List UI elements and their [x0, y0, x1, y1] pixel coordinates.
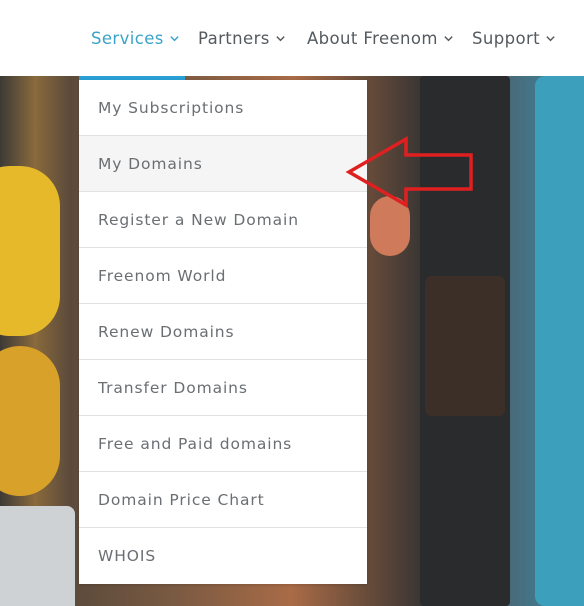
nav-about-label: About Freenom [307, 28, 438, 48]
menu-item-transfer-domains[interactable]: Transfer Domains [79, 360, 367, 416]
photo-box [425, 276, 505, 416]
nav-support[interactable]: Support [472, 0, 556, 76]
chevron-down-icon [444, 35, 453, 41]
top-nav-bar: Services Partners About Freenom Support [0, 0, 584, 76]
nav-about-freenom[interactable]: About Freenom [307, 0, 454, 76]
left-arrow-icon [345, 136, 473, 208]
photo-yellow-sign-lower [0, 346, 60, 496]
photo-plate [0, 506, 75, 606]
photo-blue-pipe [535, 76, 584, 606]
chevron-down-icon [276, 35, 285, 41]
nav-services[interactable]: Services [91, 0, 180, 76]
nav-partners[interactable]: Partners [198, 0, 286, 76]
menu-item-my-domains[interactable]: My Domains [79, 136, 367, 192]
menu-item-free-and-paid-domains[interactable]: Free and Paid domains [79, 416, 367, 472]
chevron-down-icon [546, 35, 555, 41]
nav-support-label: Support [472, 28, 541, 48]
nav-partners-label: Partners [198, 28, 270, 48]
chevron-down-icon [170, 35, 179, 41]
photo-yellow-sign [0, 166, 60, 336]
services-dropdown-menu: My Subscriptions My Domains Register a N… [79, 80, 367, 584]
menu-item-domain-price-chart[interactable]: Domain Price Chart [79, 472, 367, 528]
menu-item-renew-domains[interactable]: Renew Domains [79, 304, 367, 360]
menu-item-freenom-world[interactable]: Freenom World [79, 248, 367, 304]
menu-item-register-new-domain[interactable]: Register a New Domain [79, 192, 367, 248]
nav-services-label: Services [91, 28, 164, 48]
menu-item-whois[interactable]: WHOIS [79, 528, 367, 584]
menu-item-my-subscriptions[interactable]: My Subscriptions [79, 80, 367, 136]
